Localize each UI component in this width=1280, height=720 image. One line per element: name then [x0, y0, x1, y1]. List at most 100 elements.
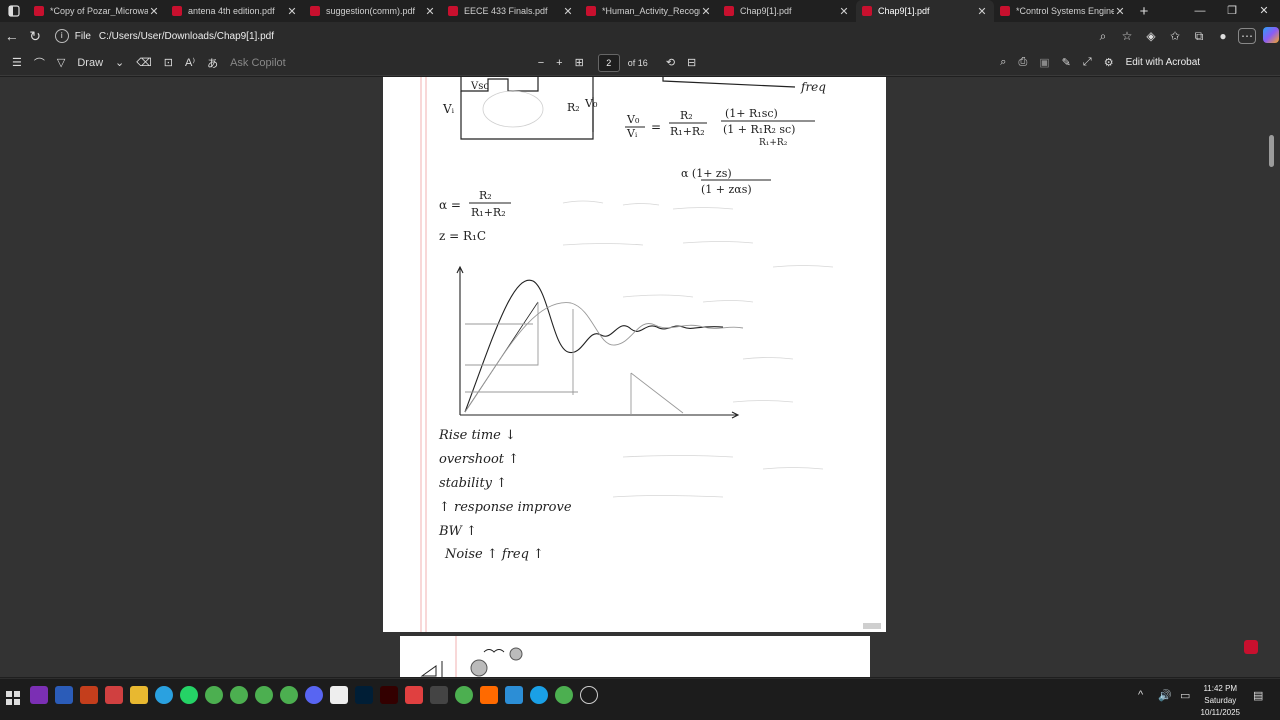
word-icon[interactable] [55, 686, 73, 704]
chrome-icon[interactable] [455, 686, 473, 704]
pdf-viewer[interactable]: Vsc Vᵢ R₂ V₀ freq V₀ Vᵢ = R₂ R₁+R₂ (1+ R… [0, 77, 1280, 677]
chevron-up-icon[interactable]: ^ [1138, 689, 1143, 701]
close-tab-icon[interactable]: ✕ [1114, 5, 1126, 18]
info-icon[interactable]: i [54, 29, 69, 43]
page-number-input[interactable]: 2 [597, 53, 620, 72]
draw-icon[interactable]: ▽ [51, 56, 71, 69]
chrome-icon[interactable] [230, 686, 248, 704]
ask-copilot-button[interactable]: Ask Copilot [224, 57, 292, 69]
edit-with-acrobat-button[interactable]: Edit with Acrobat [1126, 57, 1200, 68]
eraser-icon[interactable]: ⌫ [130, 56, 158, 69]
new-tab-button[interactable]: + [1132, 3, 1156, 20]
chrome-icon[interactable] [255, 686, 273, 704]
extension-icon[interactable]: ◈ [1142, 29, 1160, 43]
clock-app-icon[interactable] [580, 686, 598, 704]
browser-tab[interactable]: Chap9[1].pdf ✕ [718, 0, 856, 22]
refresh-icon[interactable]: ↻ [23, 28, 46, 45]
onenote-icon[interactable] [30, 686, 48, 704]
scrollbar[interactable] [1268, 77, 1276, 677]
save-as-icon[interactable]: ✎ [1056, 56, 1077, 69]
alpha-denominator: R₁+R₂ [471, 206, 506, 219]
chevron-down-icon[interactable]: ⌄ [109, 56, 130, 69]
close-tab-icon[interactable]: ✕ [286, 5, 298, 18]
photoshop-icon[interactable] [355, 686, 373, 704]
browser-tab[interactable]: *Human_Activity_Recogniti ✕ [580, 0, 718, 22]
fullscreen-icon[interactable]: ⤢ [1077, 56, 1098, 69]
close-tab-icon[interactable]: ✕ [562, 5, 574, 18]
browser-tab[interactable]: antena 4th edition.pdf ✕ [166, 0, 304, 22]
more-menu-icon[interactable]: ⋯ [1238, 28, 1256, 44]
translate-icon[interactable]: あ [201, 55, 224, 71]
profile-icon[interactable]: ● [1214, 29, 1232, 43]
chrome-icon[interactable] [280, 686, 298, 704]
notifications-icon[interactable]: ▤ [1253, 689, 1263, 702]
search-icon[interactable]: ⌕ [994, 56, 1012, 69]
rotate-icon[interactable]: ⟲ [660, 56, 681, 69]
zoom-in-icon[interactable]: + [550, 57, 568, 69]
note-stability: stability ↑ [439, 476, 507, 491]
resistor-label: R₂ [567, 101, 580, 114]
network-icon[interactable]: ▭ [1180, 689, 1190, 702]
close-tab-icon[interactable]: ✕ [976, 5, 988, 18]
save-icon[interactable]: ▣ [1033, 56, 1055, 69]
tab-title: *Control Systems Engineeri [1016, 6, 1114, 16]
browser-tab[interactable]: suggestion(comm).pdf ✕ [304, 0, 442, 22]
browser-tab[interactable]: *Copy of Pozar_Microwave ✕ [28, 0, 166, 22]
address-field[interactable]: i File C:/Users/User/Downloads/Chap9[1].… [54, 25, 1078, 47]
notion-icon[interactable] [430, 686, 448, 704]
app-icon[interactable] [330, 686, 348, 704]
tf-big-denominator: (1 + R₁R₂ sc) [723, 123, 795, 136]
chrome-icon[interactable] [555, 686, 573, 704]
restore-icon[interactable]: ❐ [1216, 0, 1248, 22]
file-explorer-icon[interactable] [130, 686, 148, 704]
page-view-icon[interactable]: ⊟ [681, 56, 702, 69]
illustrator-icon[interactable] [380, 686, 398, 704]
freq-axis-label: freq [800, 80, 826, 94]
whatsapp-icon[interactable] [180, 686, 198, 704]
back-icon[interactable]: ← [0, 28, 23, 44]
edge-icon[interactable] [530, 686, 548, 704]
start-icon[interactable] [6, 691, 20, 705]
note-noise-freq: Noise ↑ freq ↑ [444, 547, 544, 562]
volume-icon[interactable]: 🔊 [1158, 689, 1172, 702]
pdf-icon [310, 6, 320, 16]
powerpoint-icon[interactable] [80, 686, 98, 704]
note-overshoot: overshoot ↑ [439, 452, 519, 467]
highlight-icon[interactable]: ⌒ [28, 55, 51, 71]
zoom-out-icon[interactable]: − [532, 57, 550, 69]
close-tab-icon[interactable]: ✕ [700, 5, 712, 18]
settings-gear-icon[interactable]: ⚙ [1098, 56, 1120, 69]
pdf-page-next [400, 636, 870, 677]
browser-tab[interactable]: *Control Systems Engineeri✕ [994, 0, 1132, 22]
vscode-icon[interactable] [505, 686, 523, 704]
matlab-icon[interactable] [480, 686, 498, 704]
tab-actions-icon[interactable] [0, 0, 28, 22]
app-icon[interactable] [405, 686, 423, 704]
scrollbar-thumb[interactable] [1269, 135, 1274, 167]
close-tab-icon[interactable]: ✕ [148, 5, 160, 18]
telegram-icon[interactable] [155, 686, 173, 704]
copilot-icon[interactable] [1262, 26, 1280, 46]
browser-tab[interactable]: EECE 433 Finals.pdf ✕ [442, 0, 580, 22]
read-aloud-icon[interactable]: A⁾ [179, 56, 201, 69]
acrobat-icon[interactable] [1244, 640, 1258, 654]
print-icon[interactable]: ⎙ [1012, 56, 1033, 69]
minimize-icon[interactable]: — [1184, 0, 1216, 22]
favorites-icon[interactable]: ✩ [1166, 29, 1184, 43]
close-window-icon[interactable]: ✕ [1248, 0, 1280, 22]
zoom-icon[interactable]: ⌕ [1094, 29, 1112, 44]
split-screen-icon[interactable]: ⧉ [1190, 29, 1208, 44]
contents-icon[interactable]: ☰ [6, 56, 28, 69]
fit-page-icon[interactable]: ⊞ [569, 56, 590, 69]
alpha-tf-denominator: (1 + zαs) [701, 183, 752, 196]
text-box-icon[interactable]: ⊡ [158, 56, 179, 69]
app-icon[interactable] [105, 686, 123, 704]
discord-icon[interactable] [305, 686, 323, 704]
close-tab-icon[interactable]: ✕ [838, 5, 850, 18]
close-tab-icon[interactable]: ✕ [424, 5, 436, 18]
chrome-icon[interactable] [205, 686, 223, 704]
draw-button[interactable]: Draw [71, 57, 109, 69]
system-clock[interactable]: 11:42 PM Saturday 10/11/2025 [1201, 683, 1240, 719]
favorite-star-icon[interactable]: ☆ [1118, 29, 1136, 43]
browser-tab-active[interactable]: Chap9[1].pdf ✕ [856, 0, 994, 22]
